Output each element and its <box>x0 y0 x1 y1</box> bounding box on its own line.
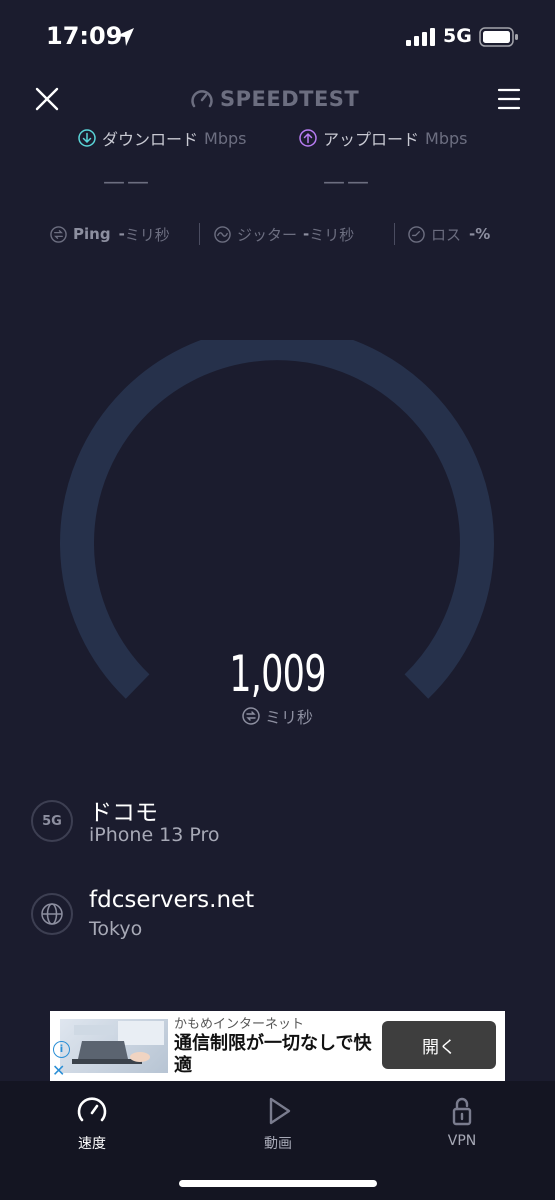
ping-unit: ミリ秒 <box>124 225 170 244</box>
speedtest-logo: SPEEDTEST <box>190 86 370 112</box>
network-badge-icon: 5G <box>31 800 73 842</box>
tab-video[interactable]: 動画 <box>233 1095 323 1153</box>
upload-arrow-icon <box>299 129 317 147</box>
server-location: Tokyo <box>89 918 143 940</box>
loss-label: ロス <box>431 225 462 244</box>
network-type: 5G <box>443 25 472 47</box>
download-unit: Mbps <box>204 128 247 148</box>
menu-button[interactable] <box>496 86 522 112</box>
ad-title: 通信制限が一切なしで快適 <box>174 1033 372 1076</box>
upload-value: —— <box>323 170 371 195</box>
close-button[interactable] <box>32 84 62 114</box>
gauge-unit: ミリ秒 <box>0 704 555 728</box>
download-label: ダウンロード <box>102 130 199 149</box>
ad-advertiser: かもめインターネット <box>174 1017 305 1032</box>
speedtest-logo-icon <box>191 90 213 108</box>
loss-value: -% <box>469 225 491 243</box>
lock-icon <box>452 1097 472 1126</box>
speedometer-icon <box>77 1097 107 1122</box>
battery-icon <box>479 27 518 47</box>
stats-divider <box>394 223 395 245</box>
tab-vpn[interactable]: VPN <box>417 1095 507 1149</box>
jitter-label: ジッター <box>237 225 298 244</box>
upload-header: アップロード Mbps <box>299 127 467 149</box>
logo-text: SPEEDTEST <box>220 87 360 111</box>
tab-speed[interactable]: 速度 <box>47 1095 137 1153</box>
ping-icon <box>50 225 67 243</box>
download-value: —— <box>103 170 151 195</box>
provider-name[interactable]: ドコモ <box>89 793 158 827</box>
ad-open-button[interactable]: 開く <box>382 1021 496 1069</box>
ad-banner[interactable]: i ✕ かもめインターネット 通信制限が一切なしで快適 開く <box>50 1011 505 1081</box>
jitter-stat: ジッター - ミリ秒 <box>214 222 354 246</box>
status-time: 17:09 <box>46 22 123 50</box>
download-arrow-icon <box>78 129 96 147</box>
loss-icon <box>408 225 425 243</box>
location-arrow-icon <box>116 28 134 46</box>
upload-label: アップロード <box>323 130 420 149</box>
network-badge-text: 5G <box>42 813 62 829</box>
ping-stat: Ping - ミリ秒 <box>50 222 170 246</box>
laptop-illustration <box>72 1021 164 1064</box>
jitter-icon <box>214 225 231 243</box>
stats-divider <box>199 223 200 245</box>
cellular-signal-icon <box>406 28 435 46</box>
ad-image <box>60 1019 168 1073</box>
play-icon <box>269 1097 291 1125</box>
download-header: ダウンロード Mbps <box>78 127 246 149</box>
globe-glyph <box>41 903 63 925</box>
gauge-value: 1,009 <box>229 645 326 703</box>
ping-label: Ping <box>73 225 111 243</box>
ad-close-icon[interactable]: ✕ <box>52 1061 65 1080</box>
device-name: iPhone 13 Pro <box>89 824 220 846</box>
globe-icon <box>31 893 73 935</box>
gauge-unit-label: ミリ秒 <box>264 708 313 727</box>
ad-info-icon[interactable]: i <box>53 1041 70 1058</box>
tab-video-label: 動画 <box>264 1136 292 1152</box>
tab-speed-label: 速度 <box>78 1136 106 1152</box>
ping-icon <box>242 707 260 725</box>
upload-unit: Mbps <box>425 128 468 148</box>
jitter-unit: ミリ秒 <box>309 225 355 244</box>
loss-stat: ロス -% <box>408 222 494 246</box>
server-host[interactable]: fdcservers.net <box>89 887 254 913</box>
home-indicator[interactable] <box>179 1180 377 1187</box>
tab-vpn-label: VPN <box>447 1133 477 1149</box>
